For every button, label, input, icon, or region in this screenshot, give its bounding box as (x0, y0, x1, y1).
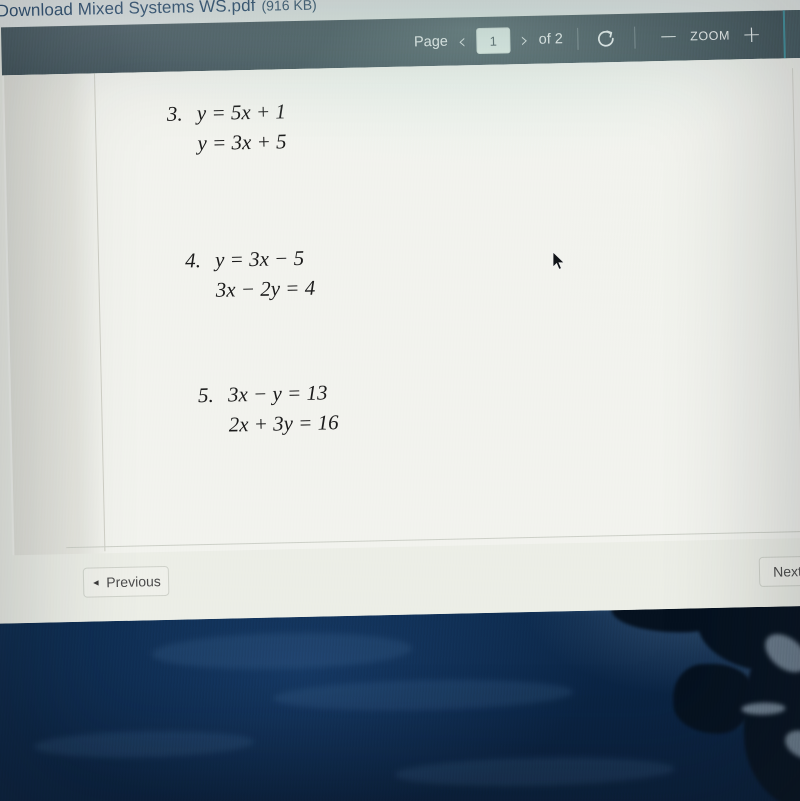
problem-5-equation-2: 2x + 3y = 16 (228, 409, 339, 437)
problem-5: 5. 3x − y = 13 2x + 3y = 16 (198, 378, 339, 441)
next-button[interactable]: Next ► (758, 555, 800, 588)
zoom-label: ZOOM (689, 28, 731, 44)
problem-3-equation-2: y = 3x + 5 (197, 129, 287, 155)
previous-page-icon[interactable]: ‹ (448, 29, 477, 53)
pdf-page-sheet (2, 57, 800, 556)
zoom-out-button[interactable]: − (649, 23, 689, 49)
screen-photograph: Download Mixed Systems WS.pdf (916 KB) P… (0, 0, 800, 801)
problem-4: 4. y = 3x − 5 3x − 2y = 4 (185, 244, 316, 306)
page-label: Page (413, 33, 449, 51)
page-count-label: of 2 (538, 31, 564, 48)
problem-3-equation-1: y = 5x + 1 (196, 99, 287, 126)
document-viewport[interactable]: 3. y = 5x + 1 y = 3x + 5 4. y = 3x − 5 3x … (0, 57, 800, 624)
problem-3: 3. y = 5x + 1 y = 3x + 5 (167, 97, 287, 159)
rotate-button[interactable] (592, 24, 621, 53)
rotate-icon (598, 29, 614, 47)
previous-button-label: Previous (106, 573, 161, 591)
zoom-in-button[interactable]: + (732, 21, 772, 47)
problem-4-equation-1: y = 3x − 5 (214, 245, 305, 272)
problem-5-equation-1: 3x − y = 13 (227, 380, 328, 407)
expand-fullscreen-button[interactable] (782, 9, 800, 59)
problem-3-number: 3. (166, 101, 183, 126)
previous-button[interactable]: ◄ Previous (82, 565, 170, 598)
problem-5-number: 5. (197, 382, 215, 408)
file-size-label: (916 KB) (261, 0, 317, 14)
next-button-label: Next (772, 563, 800, 580)
next-page-icon[interactable]: › (510, 27, 539, 51)
problem-4-number: 4. (184, 248, 202, 273)
problem-4-equation-2: 3x − 2y = 4 (215, 275, 316, 302)
toolbar-divider (576, 27, 579, 50)
toolbar-divider-2 (633, 26, 636, 49)
file-download-link[interactable]: Download Mixed Systems WS.pdf (0, 0, 256, 22)
page-left-shadow (4, 73, 107, 556)
page-number-input[interactable]: 1 (476, 27, 511, 55)
pdf-viewer-window: Download Mixed Systems WS.pdf (916 KB) P… (0, 0, 800, 624)
previous-arrow-icon: ◄ (91, 577, 101, 588)
page-navigation-group: Page ‹ 1 › of 2 (414, 15, 564, 66)
zoom-group: − ZOOM + (648, 11, 771, 62)
